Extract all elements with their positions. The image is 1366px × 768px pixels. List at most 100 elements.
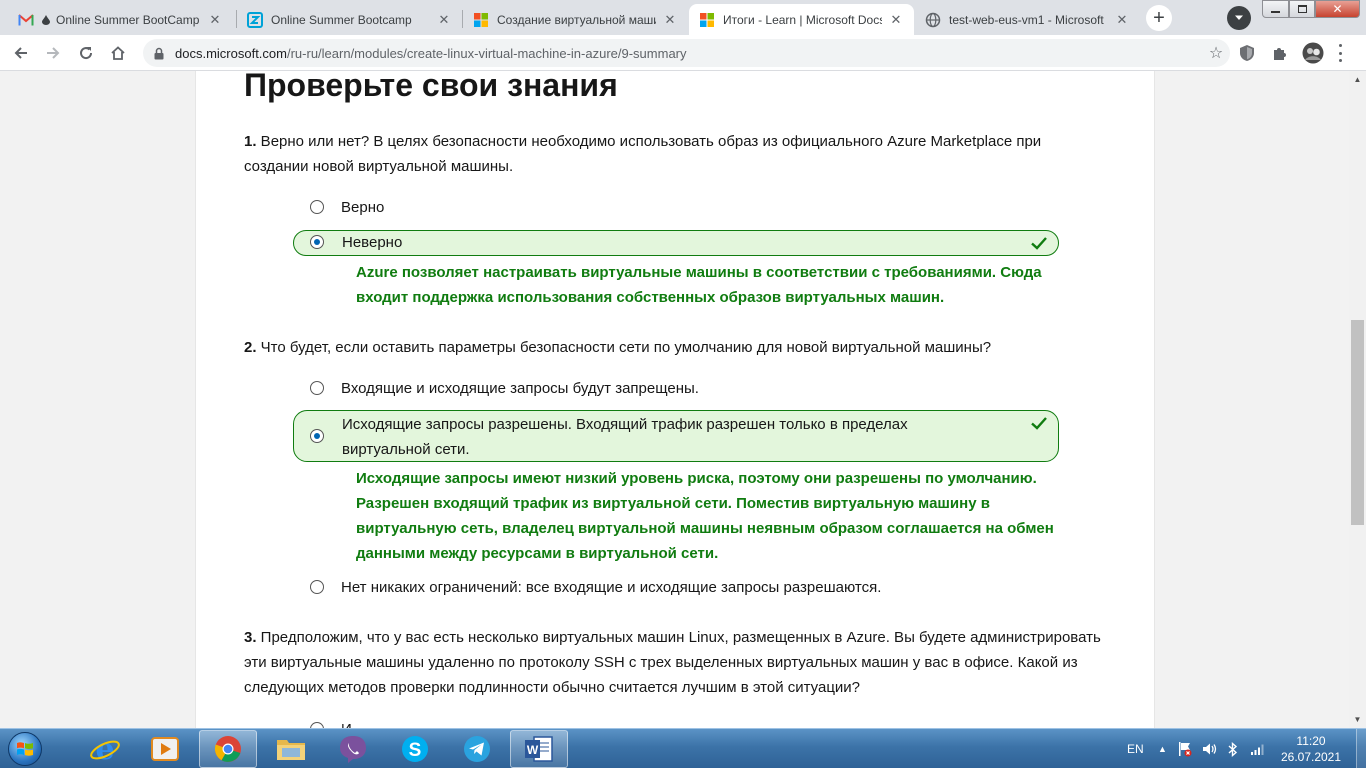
forward-button[interactable] — [40, 40, 66, 66]
radio-button[interactable] — [310, 200, 324, 214]
option-label: Неверно — [342, 234, 403, 251]
radio-button-selected[interactable] — [310, 235, 324, 249]
word-icon[interactable]: W — [510, 730, 568, 768]
media-player-icon[interactable] — [136, 730, 194, 768]
tab-summary-active[interactable]: Итоги - Learn | Microsoft Docs ✕ — [689, 4, 914, 35]
tab-title: Online Summer Bootcamp — [271, 12, 412, 27]
clock-time: 11:20 — [1296, 734, 1326, 748]
plus-icon: + — [1153, 6, 1165, 29]
minimize-button[interactable] — [1262, 0, 1289, 18]
svg-text:e: e — [95, 733, 114, 765]
page-heading: Проверьте свои знания — [244, 71, 618, 103]
back-button[interactable] — [8, 40, 34, 66]
content-column: Проверьте свои знания 1. Верно или нет? … — [195, 71, 1155, 728]
close-window-button[interactable]: ✕ — [1315, 0, 1360, 18]
telegram-icon[interactable] — [448, 730, 506, 768]
home-button[interactable] — [105, 40, 131, 66]
maximize-button[interactable] — [1289, 0, 1315, 18]
vertical-scrollbar[interactable]: ▲ ▼ — [1349, 71, 1366, 728]
show-hidden-icons-icon[interactable]: ▲ — [1158, 729, 1167, 768]
close-tab-icon[interactable]: ✕ — [1114, 12, 1130, 28]
gmail-icon — [18, 12, 34, 28]
radio-button[interactable] — [310, 580, 324, 594]
arrow-right-icon — [47, 47, 60, 59]
question-body: Предположим, что у вас есть несколько ви… — [244, 629, 1101, 696]
arrow-left-icon — [14, 47, 27, 59]
question-2-text: 2. Что будет, если оставить параметры бе… — [244, 335, 1104, 360]
extensions-puzzle-icon[interactable] — [1268, 42, 1290, 64]
show-desktop-button[interactable] — [1356, 729, 1366, 768]
q1-option-true[interactable]: Верно — [293, 195, 1059, 220]
network-signal-icon[interactable] — [1250, 729, 1266, 768]
minimize-icon — [1271, 11, 1280, 13]
windows-logo-icon — [8, 732, 42, 766]
q2-explanation: Исходящие запросы имеют низкий уровень р… — [356, 470, 1054, 562]
q2-option-3[interactable]: Нет никаких ограничений: все входящие и … — [293, 575, 1059, 600]
windows-taskbar: e S W EN ▲ 11:20 26.07.2021 — [0, 728, 1366, 768]
scrollbar-thumb[interactable] — [1351, 320, 1364, 525]
q2-option-2-correct[interactable]: Исходящие запросы разрешены. Входящий тр… — [293, 410, 1059, 462]
close-tab-icon[interactable]: ✕ — [888, 12, 904, 28]
clock-date: 26.07.2021 — [1280, 750, 1342, 764]
url-path: /ru-ru/learn/modules/create-linux-virtua… — [286, 45, 687, 61]
question-3-text: 3. Предположим, что у вас есть несколько… — [244, 625, 1104, 700]
tab-title: Итоги - Learn | Microsoft Docs — [723, 12, 882, 27]
radio-button-selected[interactable] — [310, 429, 324, 443]
question-number: 1. — [244, 133, 257, 150]
page-viewport: Проверьте свои знания 1. Верно или нет? … — [0, 71, 1349, 728]
option-label: Исходящие запросы разрешены. Входящий тр… — [342, 416, 908, 458]
file-explorer-icon[interactable] — [262, 730, 320, 768]
tab-test-web-vm[interactable]: test-web-eus-vm1 - Microsoft ✕ — [915, 4, 1140, 35]
window-controls: ✕ — [1262, 0, 1360, 20]
q1-explanation: Azure позволяет настраивать виртуальные … — [356, 264, 1042, 306]
viber-icon[interactable] — [324, 730, 382, 768]
shield-extension-icon[interactable] — [1236, 42, 1258, 64]
question-body: Что будет, если оставить параметры безоп… — [256, 339, 992, 356]
scroll-up-icon[interactable]: ▲ — [1349, 71, 1366, 88]
drop-icon — [42, 12, 50, 28]
new-tab-button[interactable]: + — [1146, 5, 1172, 31]
profile-avatar[interactable] — [1300, 42, 1326, 64]
radio-button[interactable] — [310, 381, 324, 395]
address-bar[interactable]: docs.microsoft.com/ru-ru/learn/modules/c… — [143, 39, 1230, 67]
tab-title: Создание виртуальной маши — [497, 12, 656, 27]
bluetooth-icon[interactable] — [1228, 729, 1238, 768]
option-label: Нет никаких ограничений: все входящие и … — [341, 579, 882, 596]
tab-create-vm[interactable]: Создание виртуальной маши ✕ — [463, 4, 688, 35]
tab-title: test-web-eus-vm1 - Microsoft — [949, 12, 1104, 27]
checkmark-icon — [1031, 417, 1047, 430]
bookmark-star-icon[interactable]: ☆ — [1202, 43, 1230, 63]
checkmark-icon — [1031, 237, 1047, 250]
start-button[interactable] — [4, 731, 46, 767]
chrome-icon[interactable] — [199, 730, 257, 768]
question-1-text: 1. Верно или нет? В целях безопасности н… — [244, 129, 1104, 179]
question-body: Верно или нет? В целях безопасности необ… — [244, 133, 1042, 175]
globe-icon — [925, 12, 941, 28]
reload-icon — [80, 47, 93, 60]
tab-gmail[interactable]: Online Summer BootCamp ✕ — [8, 4, 233, 35]
close-tab-icon[interactable]: ✕ — [207, 12, 223, 28]
microsoft-icon — [699, 12, 715, 28]
q2-option-1[interactable]: Входящие и исходящие запросы будут запре… — [293, 376, 1059, 401]
system-clock[interactable]: 11:20 26.07.2021 — [1280, 733, 1342, 765]
reload-button[interactable] — [73, 40, 99, 66]
q1-option-false-correct[interactable]: Неверно — [293, 230, 1059, 256]
q3-option-1-partial[interactable]: И — [293, 717, 1059, 728]
internet-explorer-icon[interactable]: e — [76, 730, 134, 768]
browser-menu-icon[interactable] — [1337, 44, 1343, 62]
action-center-flag-icon[interactable] — [1178, 729, 1192, 768]
skype-icon[interactable]: S — [386, 730, 444, 768]
language-indicator[interactable]: EN — [1127, 729, 1144, 768]
tab-search-button[interactable] — [1227, 6, 1251, 30]
close-tab-icon[interactable]: ✕ — [436, 12, 452, 28]
close-tab-icon[interactable]: ✕ — [662, 12, 678, 28]
microsoft-icon — [473, 12, 489, 28]
restore-icon — [1297, 5, 1307, 13]
scroll-down-icon[interactable]: ▼ — [1349, 711, 1366, 728]
tab-zoom[interactable]: Online Summer Bootcamp ✕ — [237, 4, 462, 35]
url-text: docs.microsoft.com/ru-ru/learn/modules/c… — [175, 46, 1202, 61]
volume-icon[interactable] — [1202, 729, 1218, 768]
browser-toolbar: docs.microsoft.com/ru-ru/learn/modules/c… — [0, 35, 1366, 71]
svg-text:W: W — [527, 743, 539, 757]
tab-strip: Online Summer BootCamp ✕ Online Summer B… — [0, 0, 1366, 35]
